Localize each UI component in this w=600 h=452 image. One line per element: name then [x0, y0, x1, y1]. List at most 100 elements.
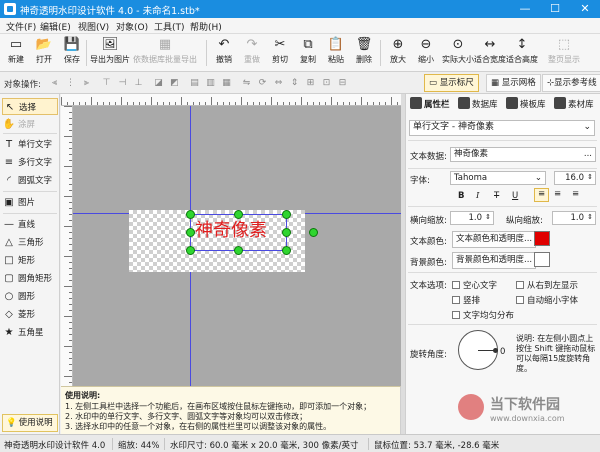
design-canvas[interactable]: 神奇像素: [73, 106, 401, 386]
center-page-icon[interactable]: ⊡: [320, 77, 333, 89]
hollow-text-checkbox[interactable]: 空心文字: [452, 279, 497, 291]
align-bottom-icon[interactable]: ⊥: [132, 77, 145, 89]
align-right-text-icon[interactable]: ≡: [572, 189, 579, 199]
auto-shrink-checkbox[interactable]: 自动缩小字体: [516, 294, 578, 306]
toolbar-new-file-button[interactable]: ▭ 新建: [4, 36, 28, 70]
lock-icon[interactable]: ▤: [188, 77, 201, 89]
align-left-text-icon[interactable]: ≡: [534, 188, 549, 202]
menu-tools[interactable]: 工具(T): [154, 20, 185, 33]
toolbar-delete-button[interactable]: 🗑 删除: [352, 36, 376, 70]
bring-front-icon[interactable]: ◪: [152, 77, 165, 89]
minimize-button[interactable]: —: [510, 0, 540, 18]
flip-icon[interactable]: ⇋: [240, 77, 253, 89]
align-center-text-icon[interactable]: ≡: [554, 189, 561, 199]
rotation-handle[interactable]: [309, 228, 318, 237]
tool-rounded-rectangle[interactable]: ▢ 圆角矩形: [2, 270, 58, 287]
tool-star[interactable]: ★ 五角星: [2, 324, 58, 341]
toolbar-redo-button[interactable]: ↷ 重做: [240, 36, 264, 70]
distribute-icon[interactable]: ⇔: [272, 77, 285, 89]
tab-materials[interactable]: 素材库: [554, 96, 594, 114]
resize-handle[interactable]: [186, 228, 195, 237]
background-color-button[interactable]: 背景颜色和透明度...: [452, 252, 537, 269]
spinner-arrows-icon[interactable]: ⇕: [587, 171, 593, 184]
rotation-knob[interactable]: [493, 348, 498, 353]
tool-arc-text[interactable]: ◜ 圆弧文字: [2, 172, 58, 189]
menu-file[interactable]: 文件(F): [6, 20, 36, 33]
toolbar-zoom-out-button[interactable]: ⊖ 缩小: [414, 36, 438, 70]
show-ruler-toggle[interactable]: ▭ 显示标尺: [424, 74, 479, 92]
size-icon[interactable]: ⊞: [304, 77, 317, 89]
align-top-icon[interactable]: ⊤: [100, 77, 113, 89]
align-middle-icon[interactable]: ⊣: [116, 77, 129, 89]
tool-circle[interactable]: ○ 圆形: [2, 288, 58, 305]
resize-handle[interactable]: [282, 228, 291, 237]
align-center-icon[interactable]: ⋮: [64, 77, 77, 89]
font-select[interactable]: Tahoma ⌄: [450, 171, 546, 185]
toolbar-copy-button[interactable]: ⧉ 复制: [296, 36, 320, 70]
font-size-spinner[interactable]: 16.0 ⇕: [554, 171, 596, 185]
tool-diamond[interactable]: ◇ 菱形: [2, 306, 58, 323]
tool-triangle[interactable]: △ 三角形: [2, 234, 58, 251]
menu-edit[interactable]: 编辑(E): [40, 20, 71, 33]
tool-picture[interactable]: ▣ 图片: [2, 194, 58, 211]
distribute-vertical-icon[interactable]: ⇕: [288, 77, 301, 89]
menu-view[interactable]: 视图(V): [78, 20, 109, 33]
reset-icon[interactable]: ⊟: [336, 77, 349, 89]
rotation-dial[interactable]: [458, 330, 498, 370]
toolbar-paste-button[interactable]: 📋 粘贴: [324, 36, 348, 70]
resize-handle[interactable]: [282, 246, 291, 255]
tool-multi-line-text[interactable]: ≡ 多行文字: [2, 154, 58, 171]
show-guides-toggle[interactable]: ⊹显示参考线: [542, 74, 600, 92]
tool-line[interactable]: — 直线: [2, 216, 58, 233]
show-grid-toggle[interactable]: ▦ 显示网格: [486, 74, 541, 92]
align-right-icon[interactable]: ⫸: [80, 77, 93, 89]
rotate-icon[interactable]: ⟳: [256, 77, 269, 89]
text-data-more-button[interactable]: ...: [584, 148, 592, 161]
object-select[interactable]: 单行文字 - 神奇像素 ⌄: [409, 120, 595, 136]
text-data-field[interactable]: 神奇像素...: [450, 147, 596, 162]
italic-button[interactable]: I: [476, 191, 479, 201]
toolbar-export-image-button[interactable]: 🖼 导出为图片: [90, 36, 130, 70]
menu-object[interactable]: 对象(O): [116, 20, 148, 33]
toolbar-undo-button[interactable]: ↶ 撤销: [212, 36, 236, 70]
toolbar-batch-export-button[interactable]: ▦ 依数据库批量导出: [130, 36, 200, 70]
right-to-left-checkbox[interactable]: 从右到左显示: [516, 279, 578, 291]
toolbar-open-folder-button[interactable]: 📂 打开: [32, 36, 56, 70]
even-distribution-checkbox[interactable]: 文字均匀分布: [452, 309, 514, 321]
resize-handle[interactable]: [282, 210, 291, 219]
close-button[interactable]: ✕: [570, 0, 600, 18]
group-icon[interactable]: ▥: [204, 77, 217, 89]
toolbar-save-button[interactable]: 💾 保存: [60, 36, 84, 70]
menu-help[interactable]: 帮助(H): [190, 20, 222, 33]
vertical-text-checkbox[interactable]: 竖排: [452, 294, 480, 306]
toolbar-zoom-in-button[interactable]: ⊕ 放大: [386, 36, 410, 70]
text-color-swatch[interactable]: [534, 231, 550, 246]
usage-help-button[interactable]: 💡 使用说明: [2, 414, 58, 432]
vertical-scale-spinner[interactable]: 1.0 ⇕: [552, 211, 596, 225]
resize-handle[interactable]: [186, 246, 195, 255]
tab-templates[interactable]: 模板库: [506, 96, 546, 114]
tool-single-line-text[interactable]: T 单行文字: [2, 136, 58, 153]
background-color-swatch[interactable]: [534, 252, 550, 267]
toolbar-cut-button[interactable]: ✂ 剪切: [268, 36, 292, 70]
text-color-button[interactable]: 文本颜色和透明度...: [452, 231, 537, 248]
resize-handle[interactable]: [234, 246, 243, 255]
strikethrough-button[interactable]: T: [494, 191, 499, 201]
ungroup-icon[interactable]: ▦: [220, 77, 233, 89]
spinner-arrows-icon[interactable]: ⇕: [587, 211, 593, 224]
underline-button[interactable]: U: [512, 191, 518, 201]
resize-handle[interactable]: [186, 210, 195, 219]
tool-hand[interactable]: ✋ 涂屏: [2, 116, 58, 133]
toolbar-fit-height-button[interactable]: ↕ 适合高度: [506, 36, 538, 70]
maximize-button[interactable]: ☐: [540, 0, 570, 18]
toolbar-full-page-button[interactable]: ⬚ 整页显示: [548, 36, 580, 70]
horizontal-scale-spinner[interactable]: 1.0 ⇕: [450, 211, 494, 225]
toolbar-fit-width-button[interactable]: ↔ 适合宽度: [474, 36, 506, 70]
bold-button[interactable]: B: [458, 191, 464, 201]
tool-rectangle[interactable]: □ 矩形: [2, 252, 58, 269]
send-back-icon[interactable]: ◩: [168, 77, 181, 89]
spinner-arrows-icon[interactable]: ⇕: [485, 211, 491, 224]
tool-select-arrow[interactable]: ↖ 选择: [2, 98, 58, 115]
toolbar-actual-size-button[interactable]: ⊙ 实际大小: [442, 36, 474, 70]
tab-properties[interactable]: 属性栏: [410, 96, 450, 114]
